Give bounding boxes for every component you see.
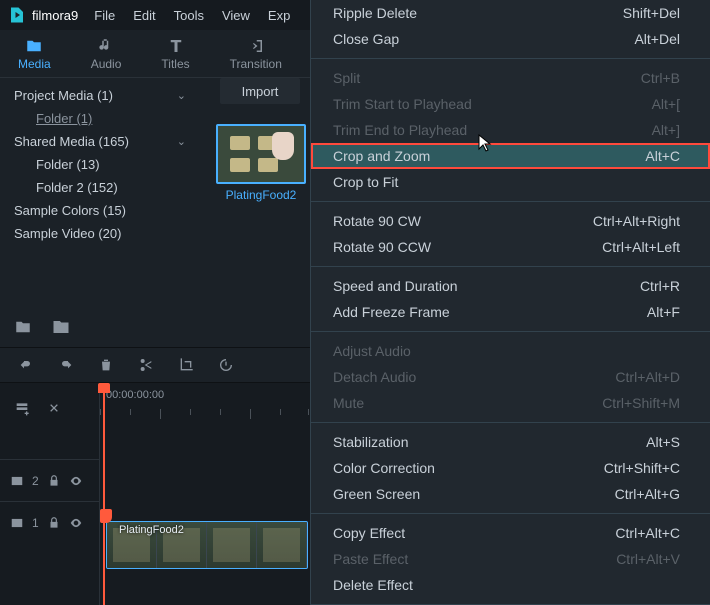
tab-transition[interactable]: Transition (224, 35, 288, 73)
speed-icon[interactable] (218, 357, 234, 373)
thumb-image (216, 124, 306, 184)
tab-audio-label: Audio (91, 57, 122, 71)
film-icon (10, 516, 24, 530)
timecode: 00:00:00:00 (106, 389, 164, 401)
ctx-green-screen[interactable]: Green ScreenCtrl+Alt+G (311, 481, 710, 507)
ctx-close-gap[interactable]: Close GapAlt+Del (311, 26, 710, 52)
clip-start-handle[interactable] (100, 509, 112, 523)
track-video-1[interactable]: 1 (0, 501, 99, 543)
ctx-trim-end-to-playhead: Trim End to PlayheadAlt+] (311, 117, 710, 143)
ctx-add-freeze-frame[interactable]: Add Freeze FrameAlt+F (311, 299, 710, 325)
ctx-speed-and-duration[interactable]: Speed and DurationCtrl+R (311, 273, 710, 299)
mouse-cursor (478, 134, 492, 155)
folder-actions (14, 318, 70, 336)
playhead[interactable] (103, 383, 105, 605)
tree-shared-folder-2[interactable]: Folder 2 (152) (8, 176, 192, 199)
redo-icon[interactable] (58, 357, 74, 373)
ctx-trim-start-to-playhead: Trim Start to PlayheadAlt+[ (311, 91, 710, 117)
ctx-adjust-audio: Adjust Audio (311, 338, 710, 364)
music-icon (97, 37, 115, 55)
tree-sample-colors[interactable]: Sample Colors (15) (8, 199, 192, 222)
menu-tools[interactable]: Tools (174, 8, 204, 23)
thumb-label: PlatingFood2 (216, 188, 306, 202)
tab-transition-label: Transition (230, 57, 282, 71)
new-folder-icon[interactable] (14, 318, 32, 336)
delete-folder-icon[interactable] (52, 318, 70, 336)
tree-project-media[interactable]: Project Media (1) ⌄ (8, 84, 192, 107)
tree-shared-folder-1[interactable]: Folder (13) (8, 153, 192, 176)
tree-shared-media[interactable]: Shared Media (165) ⌄ (8, 130, 192, 153)
ctx-ripple-delete[interactable]: Ripple DeleteShift+Del (311, 0, 710, 26)
menu-edit[interactable]: Edit (133, 8, 155, 23)
timeline-canvas[interactable]: 00:00:00:00 PlatingFood2 (100, 383, 310, 605)
undo-icon[interactable] (18, 357, 34, 373)
folder-icon (25, 37, 43, 55)
ctx-mute: MuteCtrl+Shift+M (311, 390, 710, 416)
media-tree: Project Media (1) ⌄ Folder (1) Shared Me… (0, 78, 200, 343)
lock-icon[interactable] (47, 516, 61, 530)
menu-file[interactable]: File (94, 8, 115, 23)
ctx-delete-effect[interactable]: Delete Effect (311, 572, 710, 598)
chevron-down-icon: ⌄ (177, 135, 186, 148)
chevron-down-icon: ⌄ (177, 89, 186, 102)
ctx-paste-effect: Paste EffectCtrl+Alt+V (311, 546, 710, 572)
ctx-color-correction[interactable]: Color CorrectionCtrl+Shift+C (311, 455, 710, 481)
menu-export[interactable]: Exp (268, 8, 290, 23)
tab-audio[interactable]: Audio (85, 35, 128, 73)
ruler (100, 409, 310, 423)
split-icon[interactable] (138, 357, 154, 373)
crop-icon[interactable] (178, 357, 194, 373)
tree-folder-1[interactable]: Folder (1) (8, 107, 192, 130)
ctx-rotate-90-cw[interactable]: Rotate 90 CWCtrl+Alt+Right (311, 208, 710, 234)
app-version: 9 (71, 8, 78, 23)
eye-icon[interactable] (69, 516, 83, 530)
transition-icon (247, 37, 265, 55)
timeline-tools (0, 383, 99, 433)
filmora-icon (8, 6, 26, 24)
ctx-stabilization[interactable]: StabilizationAlt+S (311, 429, 710, 455)
tree-sample-video[interactable]: Sample Video (20) (8, 222, 192, 245)
menu-bar: File Edit Tools View Exp (94, 8, 290, 23)
track-video-2[interactable]: 2 (0, 459, 99, 501)
menu-view[interactable]: View (222, 8, 250, 23)
eye-icon[interactable] (69, 474, 83, 488)
timeline-clip[interactable]: PlatingFood2 (106, 521, 308, 569)
tab-media-label: Media (18, 57, 51, 71)
unlink-icon[interactable] (46, 400, 62, 416)
app-name: filmora (32, 8, 71, 23)
film-icon (10, 474, 24, 488)
context-menu: Ripple DeleteShift+DelClose GapAlt+Del Sp… (310, 0, 710, 605)
text-icon (167, 37, 185, 55)
lock-icon[interactable] (47, 474, 61, 488)
import-button[interactable]: Import (220, 78, 300, 104)
ctx-rotate-90-ccw[interactable]: Rotate 90 CCWCtrl+Alt+Left (311, 234, 710, 260)
ctx-copy-effect[interactable]: Copy EffectCtrl+Alt+C (311, 520, 710, 546)
tab-titles[interactable]: Titles (155, 35, 195, 73)
timeline: 2 1 00:00:00:00 PlatingFood2 (0, 383, 310, 605)
ctx-split: SplitCtrl+B (311, 65, 710, 91)
delete-icon[interactable] (98, 357, 114, 373)
media-thumb[interactable]: PlatingFood2 (216, 124, 306, 202)
library-tabs: Media Audio Titles Transition (0, 30, 310, 78)
ctx-crop-and-zoom[interactable]: Crop and ZoomAlt+C (311, 143, 710, 169)
tab-titles-label: Titles (161, 57, 189, 71)
app-logo: filmora9 (8, 6, 78, 24)
clip-label: PlatingFood2 (119, 524, 184, 536)
ctx-crop-to-fit[interactable]: Crop to Fit (311, 169, 710, 195)
ctx-detach-audio: Detach AudioCtrl+Alt+D (311, 364, 710, 390)
add-track-icon[interactable] (14, 400, 30, 416)
tab-media[interactable]: Media (12, 35, 57, 73)
edit-toolbar (0, 347, 310, 383)
